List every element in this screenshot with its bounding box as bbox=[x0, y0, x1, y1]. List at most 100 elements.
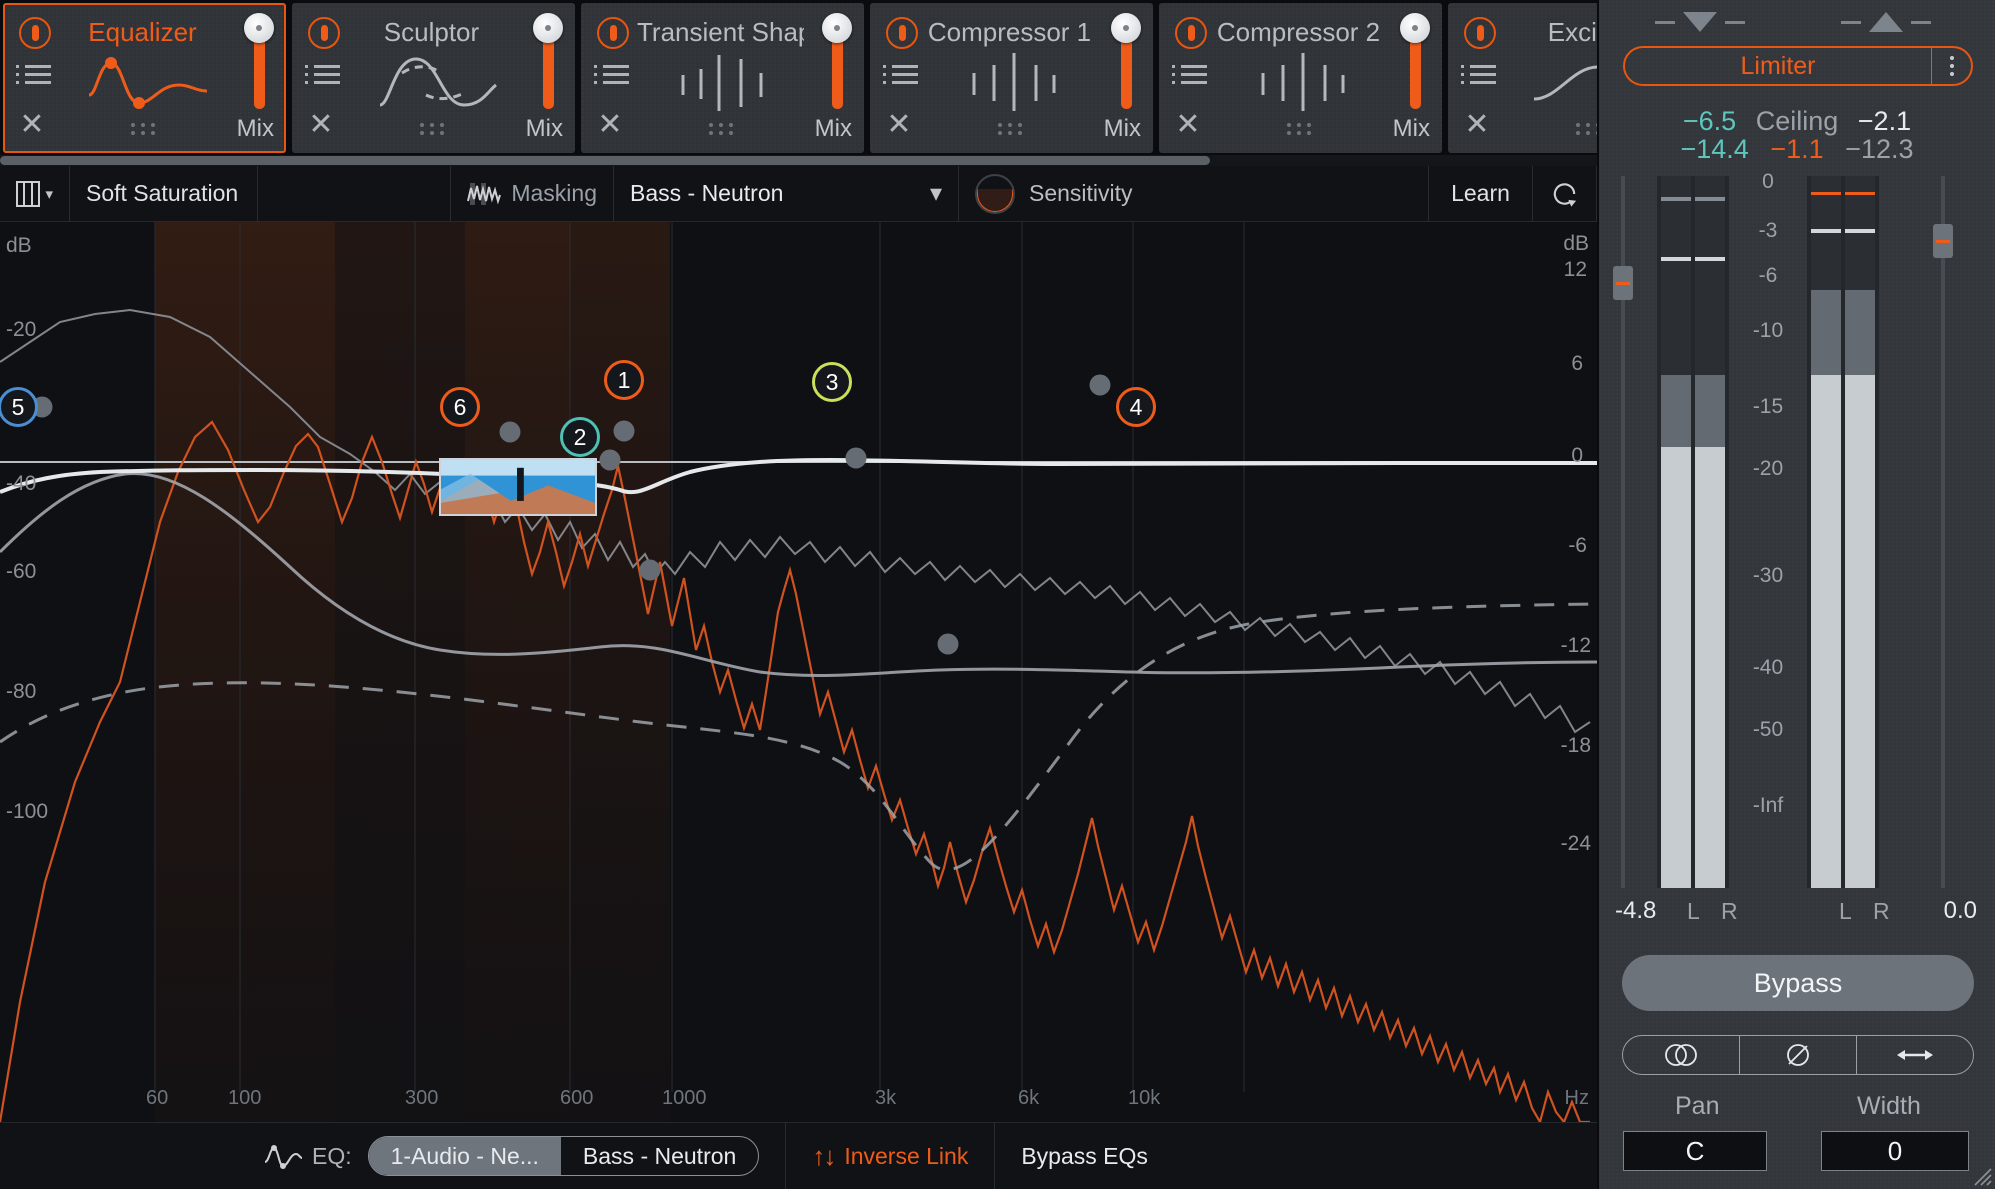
eq-preset-segmented[interactable]: 1-Audio - Ne... Bass - Neutron bbox=[367, 1136, 760, 1176]
phase-invert-button[interactable] bbox=[1740, 1036, 1857, 1074]
module-tab-compressor-2[interactable]: Compressor 2 ✕ Mix bbox=[1159, 3, 1442, 153]
mix-knob[interactable] bbox=[533, 13, 563, 43]
limiter-menu-icon[interactable] bbox=[1931, 48, 1971, 84]
mix-knob[interactable] bbox=[822, 13, 852, 43]
drag-handle-icon[interactable] bbox=[1575, 123, 1597, 137]
power-icon[interactable] bbox=[1464, 17, 1496, 49]
dash-left bbox=[1655, 20, 1675, 24]
learn-button[interactable]: Learn bbox=[1429, 166, 1533, 221]
module-tab-strip[interactable]: Equalizer✕MixSculptor✕MixTransient Shape… bbox=[0, 0, 1597, 155]
module-tab-scrollbar[interactable] bbox=[0, 155, 1597, 166]
mix-label: Mix bbox=[525, 115, 563, 142]
close-icon[interactable]: ✕ bbox=[1462, 110, 1492, 141]
masking-thumbnail[interactable] bbox=[439, 458, 597, 516]
bypass-eqs-button[interactable]: Bypass EQs bbox=[1003, 1123, 1166, 1189]
eq-node-4[interactable]: 4 bbox=[1116, 387, 1156, 427]
menu-list-icon[interactable] bbox=[594, 65, 629, 89]
mix-slider[interactable] bbox=[822, 13, 852, 109]
pan-field[interactable]: C bbox=[1623, 1131, 1767, 1171]
stereo-link-button[interactable] bbox=[1623, 1036, 1740, 1074]
masking-source-select[interactable]: Bass - Neutron ▾ bbox=[614, 166, 959, 221]
limiter-panel: Limiter −6.5 Ceiling −2.1 −14.4 −1.1 −12… bbox=[1597, 0, 1995, 1189]
eq-node-3[interactable]: 3 bbox=[812, 362, 852, 402]
slider-handle[interactable] bbox=[1613, 266, 1633, 300]
masking-toggle[interactable]: Masking bbox=[450, 166, 614, 221]
sensitivity-knob[interactable] bbox=[975, 173, 1015, 214]
drag-handle-icon[interactable] bbox=[1286, 123, 1315, 137]
power-icon[interactable] bbox=[886, 17, 918, 49]
close-icon[interactable]: ✕ bbox=[1173, 110, 1203, 141]
ceiling-value[interactable]: −1.1 bbox=[1770, 134, 1823, 164]
stereo-controls-group[interactable] bbox=[1622, 1035, 1974, 1075]
input-trim-down-control[interactable] bbox=[1655, 12, 1745, 32]
width-button[interactable] bbox=[1857, 1036, 1973, 1074]
eq-node-2[interactable]: 2 bbox=[560, 417, 600, 457]
menu-list-icon[interactable] bbox=[1172, 65, 1207, 89]
menu-list-icon[interactable] bbox=[883, 65, 918, 89]
module-tab-compressor-1[interactable]: Compressor 1 ✕ Mix bbox=[870, 3, 1153, 153]
mix-slider[interactable] bbox=[533, 13, 563, 109]
close-icon[interactable]: ✕ bbox=[884, 110, 914, 141]
eq-curve-icon bbox=[264, 1145, 303, 1169]
module-tab-equalizer[interactable]: Equalizer ✕ Mix bbox=[3, 3, 286, 153]
menu-list-icon[interactable] bbox=[305, 65, 340, 89]
power-icon[interactable] bbox=[597, 17, 629, 49]
meter-peak-hold bbox=[1845, 289, 1875, 376]
freq-tick-1000: 1000 bbox=[662, 1087, 707, 1109]
module-tab-transient-shaper[interactable]: Transient Shaper ✕ Mix bbox=[581, 3, 864, 153]
output-gain-slider[interactable] bbox=[1933, 176, 1953, 888]
dash-right bbox=[1911, 20, 1931, 24]
inverse-link-button[interactable]: ↑↓ Inverse Link bbox=[794, 1123, 986, 1189]
triangle-up-icon[interactable] bbox=[1869, 12, 1903, 32]
meter-column-left bbox=[1811, 176, 1841, 888]
mix-slider[interactable] bbox=[1111, 13, 1141, 109]
bypass-button[interactable]: Bypass bbox=[1622, 955, 1974, 1011]
graph-handle[interactable] bbox=[845, 447, 867, 469]
mix-knob[interactable] bbox=[1400, 13, 1430, 43]
mix-knob[interactable] bbox=[244, 13, 274, 43]
power-icon[interactable] bbox=[308, 17, 340, 49]
close-icon[interactable]: ✕ bbox=[17, 110, 47, 141]
power-icon[interactable] bbox=[19, 17, 51, 49]
output-gain-value[interactable]: 0.0 bbox=[1944, 897, 1977, 925]
limiter-module-button[interactable]: Limiter bbox=[1623, 46, 1973, 86]
module-title: Transient Shaper bbox=[637, 17, 804, 47]
mix-knob[interactable] bbox=[1111, 13, 1141, 43]
menu-list-icon[interactable] bbox=[16, 65, 51, 89]
menu-list-icon[interactable] bbox=[1461, 65, 1496, 89]
width-field[interactable]: 0 bbox=[1821, 1131, 1969, 1171]
input-gain-value[interactable]: -4.8 bbox=[1615, 897, 1656, 925]
eq-node-6[interactable]: 6 bbox=[440, 387, 480, 427]
slider-handle[interactable] bbox=[1933, 224, 1953, 258]
close-icon[interactable]: ✕ bbox=[595, 110, 625, 141]
power-icon[interactable] bbox=[1175, 17, 1207, 49]
reset-button[interactable] bbox=[1533, 166, 1597, 221]
close-icon[interactable]: ✕ bbox=[306, 110, 336, 141]
resize-grip-icon[interactable] bbox=[1970, 1164, 1992, 1186]
module-tab-sculptor[interactable]: Sculptor ✕ Mix bbox=[292, 3, 575, 153]
eq-graph[interactable]: dB -20 -40 -60 -80 -100 dB 12 6 0 -6 -12… bbox=[0, 222, 1597, 1122]
eq-preset-left[interactable]: 1-Audio - Ne... bbox=[368, 1137, 561, 1175]
scrollbar-thumb[interactable] bbox=[0, 156, 1210, 165]
drag-handle-icon[interactable] bbox=[997, 123, 1026, 137]
graph-handle[interactable] bbox=[613, 420, 635, 442]
eq-preset-right[interactable]: Bass - Neutron bbox=[561, 1137, 758, 1175]
graph-handle[interactable] bbox=[599, 449, 621, 471]
sensitivity-control[interactable]: Sensitivity bbox=[959, 166, 1429, 221]
graph-handle[interactable] bbox=[937, 633, 959, 655]
layout-selector-button[interactable]: ▾ bbox=[0, 166, 70, 221]
graph-handle[interactable] bbox=[499, 421, 521, 443]
drag-handle-icon[interactable] bbox=[419, 123, 448, 137]
graph-handle[interactable] bbox=[1089, 374, 1111, 396]
saturation-mode-label[interactable]: Soft Saturation bbox=[70, 166, 258, 221]
eq-node-1[interactable]: 1 bbox=[604, 360, 644, 400]
graph-handle[interactable] bbox=[639, 559, 661, 581]
triangle-down-icon[interactable] bbox=[1683, 12, 1717, 32]
drag-handle-icon[interactable] bbox=[708, 123, 737, 137]
output-trim-up-control[interactable] bbox=[1841, 12, 1931, 32]
mix-slider[interactable] bbox=[1400, 13, 1430, 109]
mix-slider[interactable] bbox=[244, 13, 274, 109]
input-gain-slider[interactable] bbox=[1613, 176, 1633, 888]
drag-handle-icon[interactable] bbox=[130, 123, 159, 137]
module-tab-exciter[interactable]: Exciter✕Mix bbox=[1448, 3, 1597, 153]
